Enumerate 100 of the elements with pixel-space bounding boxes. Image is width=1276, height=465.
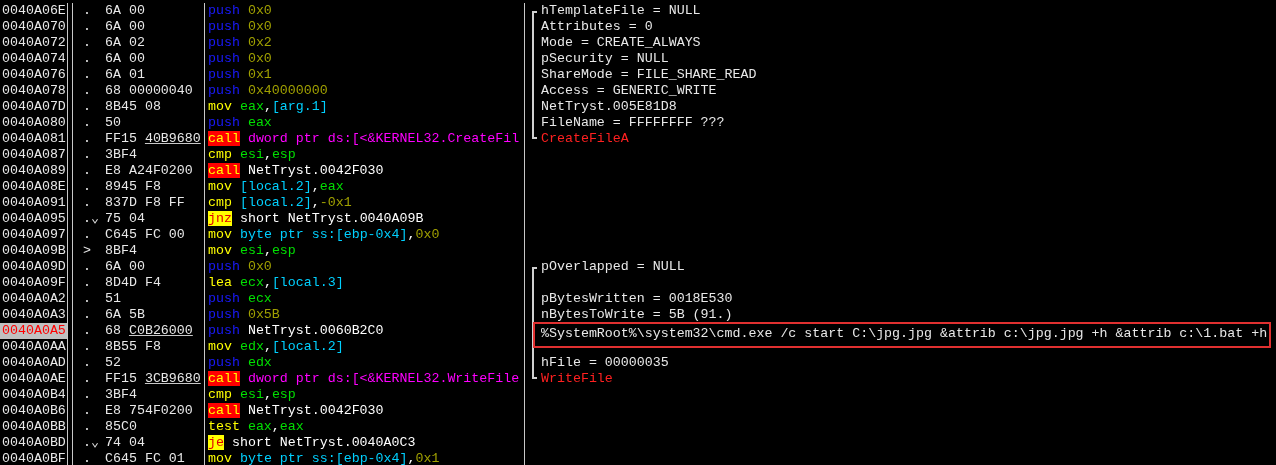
address-cell: 0040A070 (0, 19, 68, 35)
hex-bytes: 837D F8 FF (105, 195, 185, 211)
hex-bytes: 74 04 (105, 435, 145, 451)
comment-text: pOverlapped = NULL (541, 259, 685, 275)
instruction: push 0x0 (208, 19, 272, 34)
instruction: jnz short NetTryst.0040A09B (208, 211, 424, 226)
jump-marker: . (83, 19, 92, 35)
instruction: mov esi,esp (208, 243, 296, 258)
instruction: push 0x0 (208, 259, 272, 274)
comment-text: FileName = FFFFFFFF ??? (541, 115, 725, 131)
hex-bytes: 6A 02 (105, 35, 145, 51)
address-cell: 0040A06E (0, 3, 68, 19)
hex-bytes: 6A 5B (105, 307, 145, 323)
comment-text: Access = GENERIC_WRITE (541, 83, 717, 99)
instruction: push 0x0 (208, 51, 272, 66)
jump-marker: . (83, 147, 92, 163)
hex-bytes: E8 754F0200 (105, 403, 193, 419)
instruction: push 0x2 (208, 35, 272, 50)
address-cell: 0040A087 (0, 147, 68, 163)
instruction: mov edx,[local.2] (208, 339, 344, 354)
hex-bytes: 68 C0B26000 (105, 323, 193, 339)
hex-bytes: 6A 00 (105, 259, 145, 275)
address-cell: 0040A095 (0, 211, 68, 227)
address-cell: 0040A0BB (0, 419, 68, 435)
jump-marker: . (83, 275, 92, 291)
jump-marker: . (83, 227, 92, 243)
address-cell: 0040A07D (0, 99, 68, 115)
hex-bytes: 75 04 (105, 211, 145, 227)
jump-marker: . (83, 51, 92, 67)
instruction: call NetTryst.0042F030 (208, 403, 384, 418)
address-cell: 0040A0A2 (0, 291, 68, 307)
jump-marker: . (83, 99, 92, 115)
hex-bytes: 6A 00 (105, 51, 145, 67)
address-cell: 0040A0BF (0, 451, 68, 465)
hex-bytes: 6A 00 (105, 19, 145, 35)
comment-text: NetTryst.005E81D8 (541, 99, 677, 115)
jump-marker: . (83, 35, 92, 51)
instruction: push 0x0 (208, 3, 272, 18)
hex-bytes: 3BF4 (105, 387, 137, 403)
instruction: call NetTryst.0042F030 (208, 163, 384, 178)
jump-marker: . (83, 451, 92, 465)
hex-bytes: 85C0 (105, 419, 137, 435)
comment-text: pBytesWritten = 0018E530 (541, 291, 733, 307)
hex-bytes: C645 FC 01 (105, 451, 185, 465)
highlighted-comment: %SystemRoot%\system32\cmd.exe /c start C:\jpg.jpg &attrib c:\jpg.jpg +h &attrib c:\1.bat +h (533, 322, 1271, 348)
instruction: push NetTryst.0060B2C0 (208, 323, 384, 338)
comment-text: WriteFile (541, 371, 613, 387)
comment-text: pSecurity = NULL (541, 51, 669, 67)
instruction: mov eax,[arg.1] (208, 99, 328, 114)
address-cell: 0040A076 (0, 67, 68, 83)
instruction: cmp [local.2],-0x1 (208, 195, 352, 210)
instruction: mov [local.2],eax (208, 179, 344, 194)
address-cell: 0040A0AE (0, 371, 68, 387)
hex-bytes: 52 (105, 355, 121, 371)
jump-marker: . (83, 323, 92, 339)
instruction: mov byte ptr ss:[ebp-0x4],0x0 (208, 227, 440, 242)
hex-bytes: 8D4D F4 (105, 275, 161, 291)
address-cell: 0040A09B (0, 243, 68, 259)
address-cell: 0040A091 (0, 195, 68, 211)
address-cell: 0040A0A5 (0, 323, 68, 339)
instruction: push edx (208, 355, 272, 370)
hex-bytes: 8BF4 (105, 243, 137, 259)
address-cell: 0040A0AA (0, 339, 68, 355)
address-cell: 0040A0BD (0, 435, 68, 451)
comment-text: ShareMode = FILE_SHARE_READ (541, 67, 757, 83)
instruction: push eax (208, 115, 272, 130)
hex-bytes: 51 (105, 291, 121, 307)
instruction: cmp esi,esp (208, 387, 296, 402)
hex-bytes: FF15 40B9680 (105, 131, 201, 147)
jump-marker: . (83, 163, 92, 179)
address-cell: 0040A074 (0, 51, 68, 67)
instruction: cmp esi,esp (208, 147, 296, 162)
instruction: call dword ptr ds:[<&KERNEL32.WriteFile (208, 371, 520, 386)
comment-text: CreateFileA (541, 131, 629, 147)
address-cell: 0040A09D (0, 259, 68, 275)
hex-bytes: 8B55 F8 (105, 339, 161, 355)
hex-bytes: FF15 3CB9680 (105, 371, 201, 387)
comment-text: hTemplateFile = NULL (541, 3, 701, 19)
hex-bytes: E8 A24F0200 (105, 163, 193, 179)
hex-bytes: 6A 01 (105, 67, 145, 83)
jump-marker: > (83, 243, 92, 259)
address-cell: 0040A080 (0, 115, 68, 131)
jump-marker: . (83, 387, 92, 403)
jump-marker: . (83, 371, 92, 387)
jump-marker: . (83, 291, 92, 307)
instruction: je short NetTryst.0040A0C3 (208, 435, 416, 450)
instruction: test eax,eax (208, 419, 304, 434)
jump-marker: . (83, 403, 92, 419)
instruction: mov byte ptr ss:[ebp-0x4],0x1 (208, 451, 440, 465)
comment-text: hFile = 00000035 (541, 355, 669, 371)
address-cell: 0040A09F (0, 275, 68, 291)
instruction: push 0x5B (208, 307, 280, 322)
jump-marker: . (83, 195, 92, 211)
instruction: call dword ptr ds:[<&KERNEL32.CreateFil (208, 131, 520, 146)
address-cell: 0040A0B6 (0, 403, 68, 419)
address-cell: 0040A072 (0, 35, 68, 51)
jump-marker: . (83, 131, 92, 147)
instruction: push ecx (208, 291, 272, 306)
hex-bytes: 3BF4 (105, 147, 137, 163)
address-cell: 0040A089 (0, 163, 68, 179)
